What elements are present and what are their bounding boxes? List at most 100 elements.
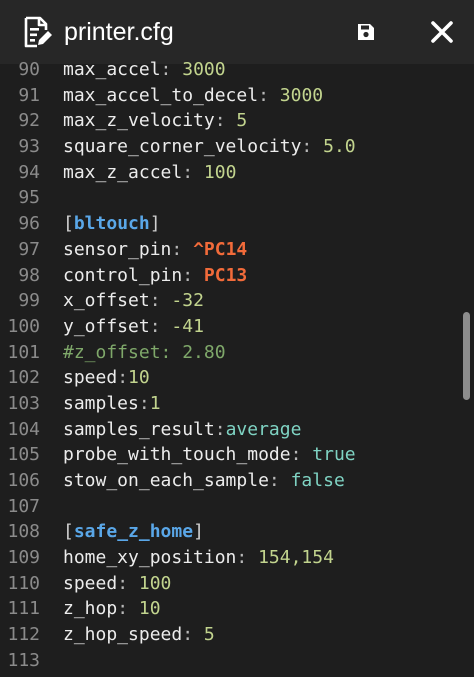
line-number: 102 bbox=[7, 367, 40, 389]
line-content: [safe_z_home] bbox=[63, 519, 204, 545]
section-close-bracket: ] bbox=[149, 213, 161, 235]
line-content: y_offset: -41 bbox=[63, 314, 204, 340]
config-key: z_hop bbox=[63, 598, 118, 620]
code-line: 113 bbox=[0, 648, 474, 674]
line-number: 112 bbox=[7, 624, 40, 646]
line-content: samples_result:average bbox=[63, 417, 301, 443]
line-content: speed: 100 bbox=[63, 571, 171, 597]
code-line: 97 sensor_pin: ^PC14 bbox=[0, 237, 474, 263]
code-line: 103 samples:1 bbox=[0, 391, 474, 417]
config-value: 3000 bbox=[279, 84, 324, 106]
config-key: y_offset bbox=[63, 315, 150, 337]
config-key: z_hop_speed bbox=[63, 624, 183, 646]
section-open-bracket: [ bbox=[63, 213, 74, 235]
config-key: probe_with_touch_mode bbox=[63, 444, 291, 466]
line-content: probe_with_touch_mode: true bbox=[63, 442, 356, 468]
key-separator: : bbox=[117, 598, 139, 620]
key-separator: : bbox=[182, 624, 204, 646]
config-value: PC13 bbox=[203, 264, 248, 286]
edit-document-icon bbox=[24, 16, 52, 48]
code-line: 107 bbox=[0, 494, 474, 520]
key-separator: : bbox=[182, 161, 204, 183]
section-name: safe_z_home bbox=[73, 521, 194, 543]
code-line: 105 probe_with_touch_mode: true bbox=[0, 442, 474, 468]
close-icon bbox=[431, 21, 453, 43]
config-value: ^PC14 bbox=[193, 238, 248, 260]
code-editor-app: printer.cfg 90 max_accel: 3000 91 max_accel… bbox=[0, 0, 474, 677]
config-value: 10 bbox=[138, 598, 161, 620]
code-line: 109 home_xy_position: 154,154 bbox=[0, 545, 474, 571]
code-line: 90 max_accel: 3000 bbox=[0, 57, 474, 83]
section-name: bltouch bbox=[73, 213, 150, 235]
config-key: speed bbox=[63, 367, 118, 389]
code-line: 95 bbox=[0, 185, 474, 211]
file-title: printer.cfg bbox=[64, 18, 174, 46]
line-number: 100 bbox=[7, 315, 40, 337]
line-content: z_hop: 10 bbox=[63, 596, 161, 622]
line-content: sensor_pin: ^PC14 bbox=[63, 237, 247, 263]
line-number: 108 bbox=[7, 521, 40, 543]
line-content: home_xy_position: 154,154 bbox=[63, 545, 334, 571]
line-content: speed:10 bbox=[63, 365, 150, 391]
config-key: samples bbox=[63, 392, 139, 414]
line-number: 111 bbox=[7, 598, 40, 620]
config-key: speed bbox=[63, 572, 118, 594]
code-line: 96 [bltouch] bbox=[0, 211, 474, 237]
code-line: 102 speed:10 bbox=[0, 365, 474, 391]
config-value: average bbox=[225, 418, 302, 440]
line-number: 91 bbox=[18, 84, 40, 106]
vertical-scrollbar[interactable] bbox=[463, 312, 470, 400]
config-value: 5 bbox=[203, 624, 215, 646]
config-key: max_z_velocity bbox=[63, 110, 215, 132]
config-value: false bbox=[290, 470, 345, 491]
line-number: 97 bbox=[18, 238, 40, 260]
line-content: max_accel: 3000 bbox=[63, 57, 226, 83]
code-line: 106 stow_on_each_sample: false bbox=[0, 468, 474, 494]
line-content: #z_offset: 2.80 bbox=[63, 340, 226, 366]
line-number: 99 bbox=[18, 290, 40, 312]
code-line: 104 samples_result:average bbox=[0, 417, 474, 443]
key-separator: : bbox=[171, 238, 194, 260]
config-value: 10 bbox=[128, 367, 150, 389]
line-number: 96 bbox=[18, 213, 40, 235]
section-open-bracket: [ bbox=[63, 521, 74, 543]
config-value: 5 bbox=[236, 110, 248, 132]
config-key: home_xy_position bbox=[63, 547, 237, 569]
line-number: 109 bbox=[7, 547, 40, 569]
line-number: 104 bbox=[7, 418, 40, 440]
key-separator: : bbox=[117, 572, 139, 594]
key-separator: : bbox=[138, 392, 150, 414]
code-line: 111 z_hop: 10 bbox=[0, 596, 474, 622]
code-line: 101 #z_offset: 2.80 bbox=[0, 340, 474, 366]
line-number: 92 bbox=[18, 110, 40, 132]
close-button[interactable] bbox=[424, 14, 460, 50]
key-separator: : bbox=[301, 136, 324, 158]
key-separator: : bbox=[214, 110, 237, 132]
config-key: max_accel_to_decel bbox=[63, 84, 259, 106]
app-bar: printer.cfg bbox=[0, 0, 474, 64]
config-value: 5.0 bbox=[323, 136, 356, 158]
line-number: 110 bbox=[7, 572, 40, 594]
line-number: 98 bbox=[18, 264, 40, 286]
key-separator: : bbox=[160, 59, 183, 80]
line-number: 105 bbox=[7, 444, 40, 466]
key-separator: : bbox=[236, 547, 259, 569]
line-number: 103 bbox=[7, 392, 40, 414]
line-number: 107 bbox=[7, 495, 40, 517]
code-line: 100 y_offset: -41 bbox=[0, 314, 474, 340]
code-line: 92 max_z_velocity: 5 bbox=[0, 108, 474, 134]
code-text-area[interactable]: 90 max_accel: 3000 91 max_accel_to_decel: 3… bbox=[0, 57, 474, 677]
code-line: 110 speed: 100 bbox=[0, 571, 474, 597]
line-number: 90 bbox=[18, 59, 40, 80]
config-value: 1 bbox=[149, 392, 161, 414]
line-content: stow_on_each_sample: false bbox=[63, 468, 345, 494]
line-number: 94 bbox=[18, 161, 40, 183]
line-content: max_accel_to_decel: 3000 bbox=[63, 83, 323, 109]
line-content: [bltouch] bbox=[63, 211, 161, 237]
code-line: 112 z_hop_speed: 5 bbox=[0, 622, 474, 648]
line-content: max_z_accel: 100 bbox=[63, 160, 236, 186]
save-button[interactable] bbox=[350, 16, 382, 48]
line-content: samples:1 bbox=[63, 391, 161, 417]
config-key: stow_on_each_sample bbox=[63, 470, 269, 491]
line-number: 113 bbox=[7, 649, 40, 671]
